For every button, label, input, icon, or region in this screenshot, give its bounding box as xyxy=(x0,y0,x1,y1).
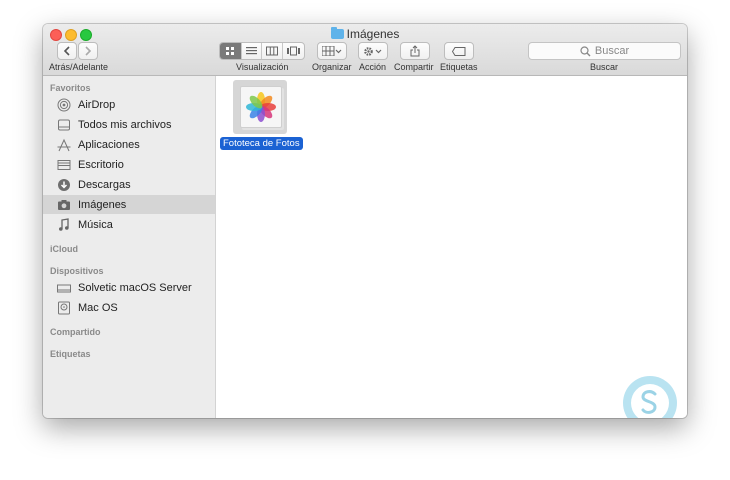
icon-view-button[interactable] xyxy=(220,43,242,59)
sidebar-item-label: Escritorio xyxy=(78,158,124,171)
music-note-icon xyxy=(57,217,71,232)
sidebar-item-music[interactable]: Música xyxy=(43,215,215,234)
sidebar-item-label: Todos mis archivos xyxy=(78,118,172,131)
sidebar-item-images[interactable]: Imágenes xyxy=(43,195,215,214)
sidebar-item-airdrop[interactable]: AirDrop xyxy=(43,95,215,114)
folder-icon xyxy=(330,27,344,39)
columns-icon xyxy=(265,46,278,56)
sidebar-item-mac-os[interactable]: Mac OS xyxy=(43,298,215,317)
tag-icon xyxy=(452,46,466,56)
search-icon xyxy=(580,45,591,56)
sidebar-item-solvetic-server[interactable]: Solvetic macOS Server xyxy=(43,278,215,297)
sidebar-item-label: AirDrop xyxy=(78,98,116,111)
watermark-inner xyxy=(631,384,669,418)
file-browser-content: Fototeca de Fotos xyxy=(216,76,687,418)
column-view-button[interactable] xyxy=(262,43,283,59)
chevron-right-icon xyxy=(85,46,92,56)
arrange-label: Organizar xyxy=(312,62,352,72)
search-label: Buscar xyxy=(590,62,619,72)
arrange-button[interactable] xyxy=(317,42,347,60)
action-label: Acción xyxy=(359,62,387,72)
search-placeholder: Buscar xyxy=(594,45,630,57)
tags-button[interactable] xyxy=(444,42,474,60)
back-button[interactable] xyxy=(57,42,77,60)
file-icon-highlight xyxy=(233,80,287,134)
sidebar-item-applications[interactable]: Aplicaciones xyxy=(43,135,215,154)
nav-label: Atrás/Adelante xyxy=(49,62,109,72)
sidebar-section-tags: Etiquetas xyxy=(50,349,91,359)
hard-disk-icon xyxy=(57,301,71,315)
camera-icon xyxy=(57,198,71,212)
arrange-grid-icon xyxy=(322,46,342,56)
file-name-label: Fototeca de Fotos xyxy=(220,137,303,150)
search-field[interactable]: Buscar xyxy=(528,42,681,60)
sidebar-section-devices: Dispositivos xyxy=(50,266,104,276)
gallery-view-button[interactable] xyxy=(283,43,304,59)
gear-icon xyxy=(364,46,382,56)
list-icon xyxy=(245,47,257,55)
list-view-button[interactable] xyxy=(242,43,263,59)
sidebar-section-icloud: iCloud xyxy=(50,244,78,254)
action-button[interactable] xyxy=(358,42,388,60)
sidebar-item-label: Solvetic macOS Server xyxy=(78,281,192,294)
gallery-icon xyxy=(286,46,300,56)
airdrop-icon xyxy=(57,98,71,112)
sidebar-item-label: Mac OS xyxy=(78,301,118,314)
sidebar-item-label: Descargas xyxy=(78,178,131,191)
applications-icon xyxy=(57,138,71,152)
share-label: Compartir xyxy=(394,62,434,72)
sidebar-section-favorites: Favoritos xyxy=(50,83,91,93)
title-bar: Imágenes Atrás/Adelante Visualización Or… xyxy=(43,24,687,76)
view-segmented-control[interactable] xyxy=(219,42,305,60)
chevron-left-icon xyxy=(63,46,70,56)
sidebar-item-label: Imágenes xyxy=(78,198,127,211)
forward-button[interactable] xyxy=(78,42,98,60)
view-label: Visualización xyxy=(236,62,289,72)
computer-icon xyxy=(57,281,71,295)
window-title: Imágenes xyxy=(43,26,687,42)
sidebar-item-label: Aplicaciones xyxy=(78,138,140,151)
sidebar-item-downloads[interactable]: Descargas xyxy=(43,175,215,194)
tags-label: Etiquetas xyxy=(440,62,478,72)
sidebar-item-all-files[interactable]: Todos mis archivos xyxy=(43,115,215,134)
share-icon xyxy=(410,45,420,57)
sidebar-item-desktop[interactable]: Escritorio xyxy=(43,155,215,174)
sidebar-item-label: Música xyxy=(78,218,113,231)
share-button[interactable] xyxy=(400,42,430,60)
all-files-icon xyxy=(57,118,71,132)
file-item[interactable]: Fototeca de Fotos xyxy=(216,76,316,156)
downloads-icon xyxy=(57,178,71,192)
photos-library-icon xyxy=(240,86,282,128)
desktop-icon xyxy=(57,158,71,172)
sidebar-section-shared: Compartido xyxy=(50,327,101,337)
sidebar: Favoritos AirDrop Todos mis archivos Apl… xyxy=(43,76,216,418)
grid-icon xyxy=(226,47,235,55)
finder-window: Imágenes Atrás/Adelante Visualización Or… xyxy=(43,24,687,418)
